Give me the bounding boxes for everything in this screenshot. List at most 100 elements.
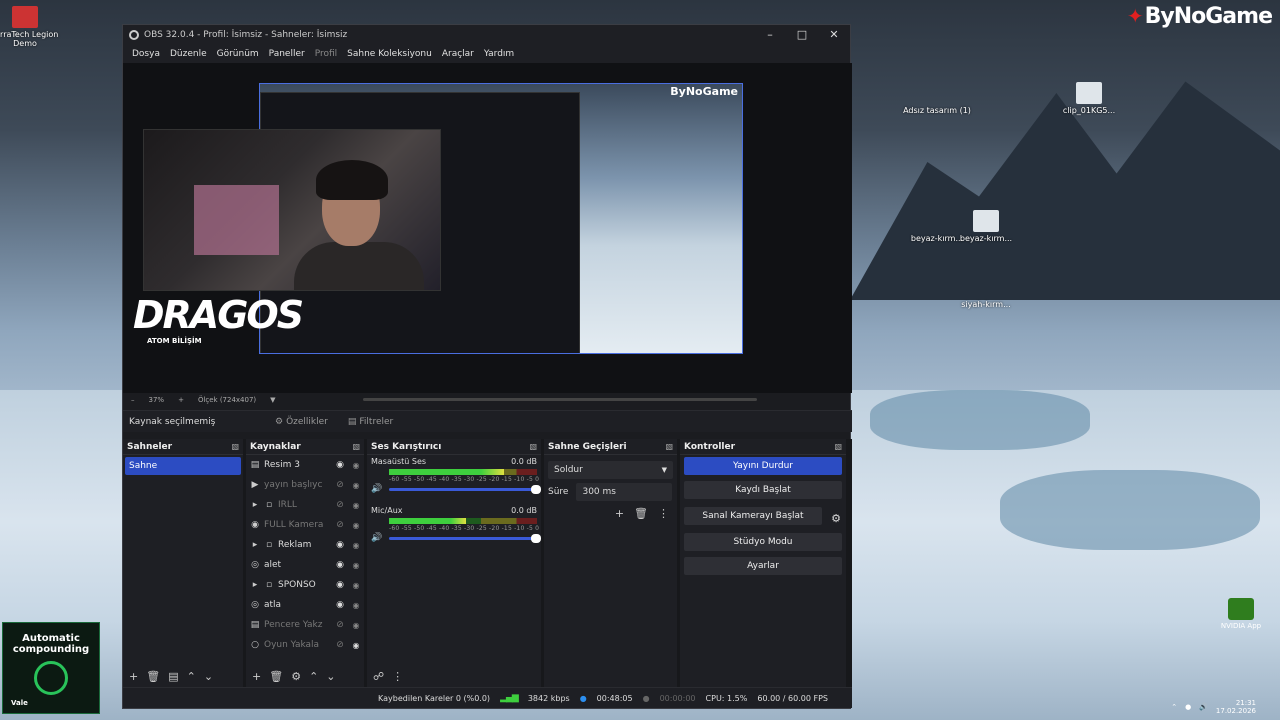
lock-icon[interactable]: ◉	[348, 501, 364, 510]
start-virtual-camera-button[interactable]: Sanal Kamerayı Başlat	[684, 507, 822, 525]
lock-icon[interactable]: ◉	[348, 461, 364, 470]
start-recording-button[interactable]: Kaydı Başlat	[684, 481, 842, 499]
menu-docks[interactable]: Paneller	[269, 49, 305, 59]
glacier-crevasse	[1000, 470, 1260, 550]
visibility-hidden-icon[interactable]: ⊘	[332, 480, 348, 490]
dock-undock-icon[interactable]: ▧	[665, 442, 673, 451]
stop-stream-button[interactable]: Yayını Durdur	[684, 457, 842, 475]
move-down-icon[interactable]: ⌄	[204, 670, 213, 683]
more-icon[interactable]: ⋮	[392, 670, 403, 683]
desktop-icon-nvidia[interactable]: NVIDIA App	[1216, 598, 1266, 630]
visibility-icon[interactable]: ◉	[332, 540, 348, 550]
dock-undock-icon[interactable]: ▧	[529, 442, 537, 451]
visibility-icon[interactable]: ◉	[332, 580, 348, 590]
visibility-hidden-icon[interactable]: ⊘	[332, 640, 348, 650]
source-row[interactable]: ▤ Resim 3 ◉ ◉	[246, 455, 364, 475]
zoom-out-icon[interactable]: –	[131, 396, 135, 404]
dock-undock-icon[interactable]: ▧	[834, 442, 842, 451]
lock-icon[interactable]: ◉	[348, 601, 364, 610]
trash-icon[interactable]: 🗑	[269, 670, 283, 683]
settings-button[interactable]: Ayarlar	[684, 557, 842, 575]
lock-icon[interactable]: ◉	[348, 581, 364, 590]
add-icon[interactable]: +	[252, 670, 261, 683]
close-icon[interactable]: ✕	[818, 28, 850, 41]
source-row[interactable]: ◎ alet ◉ ◉	[246, 555, 364, 575]
scene-item[interactable]: Sahne	[125, 457, 241, 475]
source-row[interactable]: ◎ atla ◉ ◉	[246, 595, 364, 615]
speaker-icon[interactable]: 🔊	[1199, 703, 1208, 711]
visibility-hidden-icon[interactable]: ⊘	[332, 620, 348, 630]
chevron-right-icon[interactable]: ▸	[250, 540, 260, 550]
volume-knob[interactable]	[531, 533, 541, 543]
maximize-icon[interactable]: □	[786, 28, 818, 41]
visibility-icon[interactable]: ◉	[332, 600, 348, 610]
source-row[interactable]: ▤ Pencere Yakz ⊘ ◉	[246, 615, 364, 635]
lock-icon[interactable]: ◉	[348, 541, 364, 550]
chevron-right-icon[interactable]: ▸	[250, 500, 260, 510]
chevron-down-icon[interactable]: ▼	[270, 396, 275, 404]
move-down-icon[interactable]: ⌄	[326, 670, 335, 683]
gear-icon[interactable]: ⚙	[291, 670, 301, 683]
move-up-icon[interactable]: ⌃	[187, 670, 196, 683]
visibility-icon[interactable]: ◉	[332, 560, 348, 570]
duration-input[interactable]: 300 ms	[576, 483, 673, 501]
minimize-icon[interactable]: –	[754, 28, 786, 41]
mic-icon[interactable]: ●	[1185, 703, 1191, 711]
desktop-icon[interactable]: Adsız tasarım (1)	[894, 82, 980, 115]
preview-scrollbar[interactable]	[363, 398, 757, 401]
speaker-icon[interactable]: 🔊	[371, 533, 389, 543]
trash-icon[interactable]: 🗑	[634, 507, 648, 520]
gear-icon[interactable]: ⚙	[826, 512, 846, 525]
speaker-icon[interactable]: 🔊	[371, 484, 389, 494]
transition-select[interactable]: Soldur ▼	[548, 461, 673, 479]
chevron-right-icon[interactable]: ▸	[250, 580, 260, 590]
menu-view[interactable]: Görünüm	[217, 49, 259, 59]
source-row[interactable]: ◉ FULL Kamera ⊘ ◉	[246, 515, 364, 535]
visibility-hidden-icon[interactable]: ⊘	[332, 520, 348, 530]
dock-undock-icon[interactable]: ▧	[231, 442, 239, 451]
menu-profile[interactable]: Profil	[315, 49, 337, 59]
more-icon[interactable]: ⋮	[658, 507, 669, 520]
source-row[interactable]: ▶ yayın başlıyc ⊘ ◉	[246, 475, 364, 495]
clock[interactable]: 21:31 17.02.2026	[1216, 699, 1256, 715]
lock-icon[interactable]: ◉	[348, 521, 364, 530]
filter-icon[interactable]: ▤	[168, 670, 178, 683]
trash-icon[interactable]: 🗑	[146, 670, 160, 683]
lock-icon[interactable]: ◉	[348, 481, 364, 490]
add-icon[interactable]: +	[615, 507, 624, 520]
desktop-icon[interactable]: siyah-kırm...	[943, 276, 1029, 309]
volume-slider[interactable]	[389, 533, 541, 543]
menu-file[interactable]: Dosya	[132, 49, 160, 59]
desktop-icon[interactable]: TerraTech Legion Demo	[0, 6, 68, 48]
add-icon[interactable]: +	[129, 670, 138, 683]
preview-area[interactable]: ByNoGame DRAGOS ATOM BİLİŞİM – 37% + Ölç…	[123, 63, 852, 404]
visibility-hidden-icon[interactable]: ⊘	[332, 500, 348, 510]
properties-button[interactable]: ⚙ Özellikler	[275, 417, 328, 427]
title-bar[interactable]: OBS 32.0.4 - Profil: İsimsiz - Sahneler:…	[123, 25, 850, 44]
source-row[interactable]: ▸ ▫ Reklam ◉ ◉	[246, 535, 364, 555]
lock-icon[interactable]: ◉	[348, 561, 364, 570]
volume-slider[interactable]	[389, 484, 541, 494]
lock-icon[interactable]: ◉	[348, 641, 364, 650]
desktop-icon[interactable]: clip_01KG5...	[1046, 82, 1132, 115]
zoom-in-icon[interactable]: +	[178, 396, 184, 404]
visibility-icon[interactable]: ◉	[332, 460, 348, 470]
link-icon[interactable]: ☍	[373, 670, 384, 683]
desktop-icon[interactable]: beyaz-kırm...	[943, 210, 1029, 243]
media-icon: ▶	[251, 480, 259, 490]
chevron-up-icon[interactable]: ⌃	[1171, 703, 1177, 711]
menu-help[interactable]: Yardım	[484, 49, 514, 59]
move-up-icon[interactable]: ⌃	[309, 670, 318, 683]
filters-button[interactable]: ▤ Filtreler	[348, 417, 393, 427]
menu-edit[interactable]: Düzenle	[170, 49, 207, 59]
source-row[interactable]: ▸ ▫ IRLL ⊘ ◉	[246, 495, 364, 515]
volume-knob[interactable]	[531, 484, 541, 494]
source-row[interactable]: ▸ ▫ SPONSO ◉ ◉	[246, 575, 364, 595]
source-row[interactable]: ○ Oyun Yakala ⊘ ◉	[246, 635, 364, 655]
scenes-toolbar: + 🗑 ▤ ⌃ ⌄	[123, 670, 243, 683]
lock-icon[interactable]: ◉	[348, 621, 364, 630]
menu-tools[interactable]: Araçlar	[442, 49, 474, 59]
dock-undock-icon[interactable]: ▧	[352, 442, 360, 451]
studio-mode-button[interactable]: Stüdyo Modu	[684, 533, 842, 551]
menu-scene-collection[interactable]: Sahne Koleksiyonu	[347, 49, 432, 59]
